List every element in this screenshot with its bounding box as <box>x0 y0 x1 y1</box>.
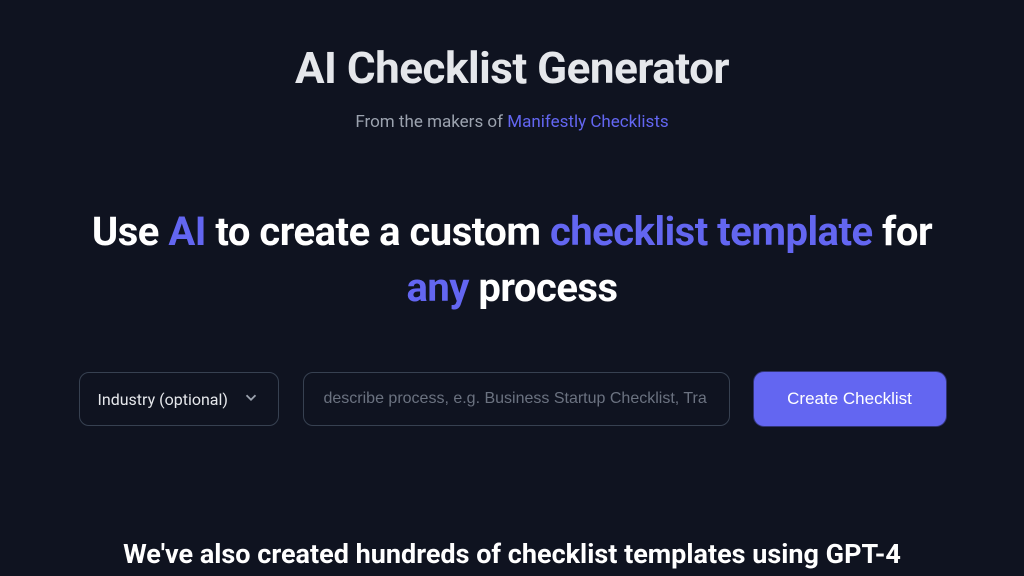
industry-select[interactable]: Industry (optional) <box>79 372 279 426</box>
headline-ai: AI <box>168 208 206 255</box>
headline-template: checklist template <box>550 208 873 255</box>
create-checklist-button[interactable]: Create Checklist <box>754 372 946 426</box>
headline: Use AI to create a custom checklist temp… <box>92 204 932 316</box>
subtitle-prefix: From the makers of <box>355 112 507 132</box>
page-title: AI Checklist Generator <box>295 42 729 94</box>
footer-headline: We've also created hundreds of checklist… <box>123 538 901 570</box>
form-row: Industry (optional) Create Checklist <box>79 372 946 426</box>
industry-label: Industry (optional) <box>98 390 234 409</box>
chevron-down-icon <box>242 388 260 410</box>
headline-any: any <box>406 264 468 311</box>
manifestly-link[interactable]: Manifestly Checklists <box>507 112 668 132</box>
process-input[interactable] <box>303 372 730 426</box>
subtitle: From the makers of Manifestly Checklists <box>355 112 668 132</box>
